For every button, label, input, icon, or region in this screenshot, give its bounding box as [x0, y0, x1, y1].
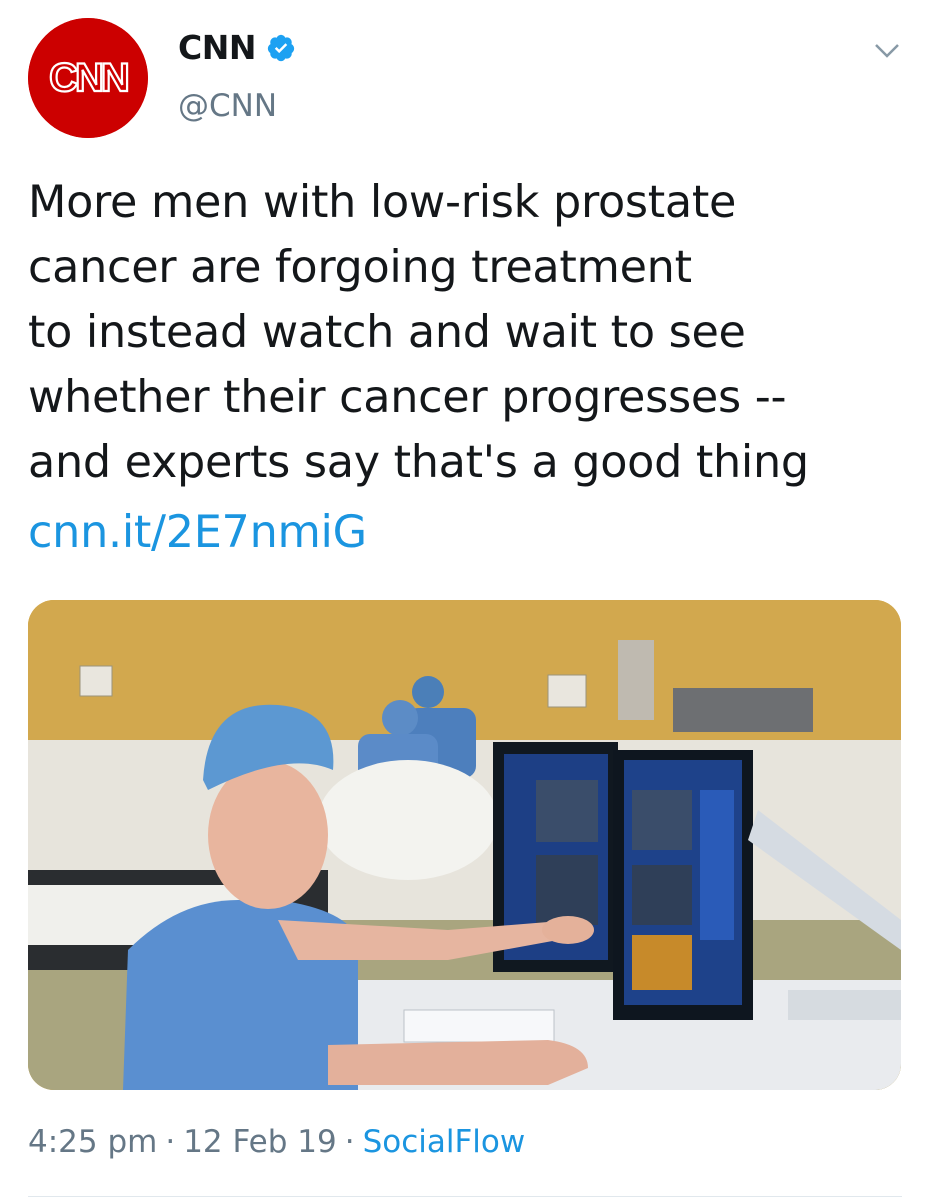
tweet-photo[interactable] [28, 600, 901, 1090]
tweet-link[interactable]: cnn.it/2E7nmiG [28, 500, 367, 565]
chevron-down-icon[interactable] [872, 36, 902, 66]
tweet-date[interactable]: 12 Feb 19 [183, 1124, 337, 1160]
tweet-source[interactable]: SocialFlow [363, 1124, 526, 1160]
meta-separator: · [165, 1124, 176, 1160]
cnn-logo: CNN [28, 18, 148, 138]
svg-text:CNN: CNN [49, 56, 128, 100]
tweet-text: More men with low-risk prostate cancer a… [28, 177, 809, 488]
divider [28, 1196, 902, 1197]
display-name-text: CNN [178, 28, 256, 67]
operating-room-photo [28, 600, 901, 1090]
tweet-time[interactable]: 4:25 pm [28, 1124, 157, 1160]
verified-badge-icon [266, 33, 296, 63]
meta-separator: · [344, 1124, 355, 1160]
avatar[interactable]: CNN [28, 18, 148, 138]
author-name[interactable]: CNN [178, 28, 296, 67]
author-handle[interactable]: @CNN [178, 88, 277, 124]
tweet-meta: 4:25 pm · 12 Feb 19 · SocialFlow [28, 1124, 525, 1160]
